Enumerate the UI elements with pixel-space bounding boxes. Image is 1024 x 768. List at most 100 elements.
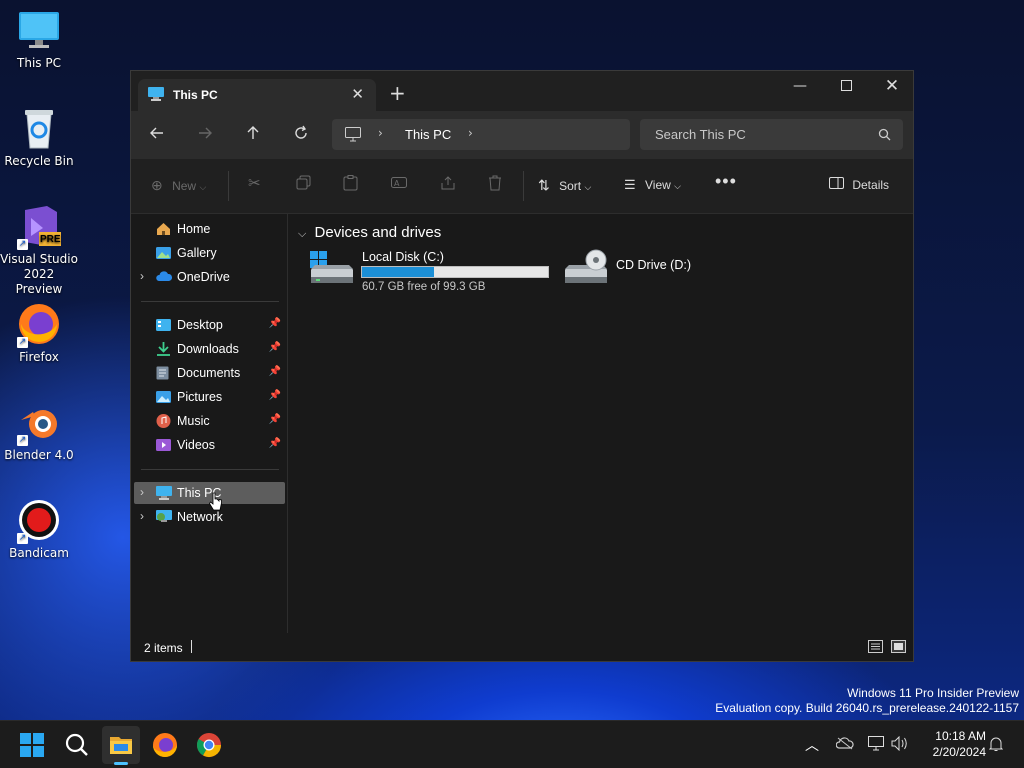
desktop-icon-label: Bandicam [9,546,69,560]
status-bar: 2 items [131,633,913,661]
pin-icon[interactable]: 📌 [269,438,281,449]
details-view-icon[interactable] [868,640,883,656]
sidebar-item-videos[interactable]: Videos 📌 [134,434,285,456]
cd-drive-icon [563,249,609,288]
address-bar[interactable]: › This PC › [332,119,630,150]
delete-button[interactable] [488,175,502,194]
clock[interactable]: 10:18 AM 2/20/2024 [920,728,986,760]
view-button[interactable]: ☰ View ⌵ [624,177,681,193]
drive-free-space: 60.7 GB free of 99.3 GB [362,281,486,293]
search-box[interactable]: Search This PC [640,119,903,150]
sidebar-item-this-pc[interactable]: › This PC [134,482,285,511]
add-circle-icon: ⊕ [151,177,163,193]
desktop-icon-label: This PC [17,56,61,70]
up-button[interactable] [241,125,265,145]
pin-icon[interactable]: 📌 [269,390,281,401]
tab-this-pc[interactable]: This PC ✕ [138,79,376,111]
chevron-right-icon[interactable]: › [468,126,473,140]
desktop-folder-icon [156,318,171,332]
search-button[interactable] [60,728,94,762]
network-icon [156,510,172,524]
minimize-button[interactable]: — [777,71,823,101]
group-header-devices[interactable]: ⌵ Devices and drives [298,224,441,241]
sidebar-item-label: Videos [177,438,215,452]
breadcrumb-this-pc[interactable]: This PC [405,127,451,142]
drive-item-local-disk[interactable]: Local Disk (C:) 60.7 GB free of 99.3 GB [309,249,551,293]
details-button[interactable]: Details [829,177,889,192]
sidebar-item-downloads[interactable]: Downloads 📌 [134,338,285,360]
sidebar-item-onedrive[interactable]: › OneDrive [134,266,285,288]
chevron-up-icon[interactable]: ︿ [805,735,819,755]
rename-button[interactable]: A [391,175,407,193]
sidebar-item-label: Network [177,510,223,524]
volume-icon[interactable] [891,735,909,754]
desktop-icon-blender[interactable]: ↗ Blender 4.0 [0,400,78,462]
new-tab-button[interactable]: + [389,81,406,105]
network-tray-icon[interactable] [868,736,884,754]
search-input[interactable]: Search This PC [655,127,746,142]
documents-icon [156,366,171,380]
taskbar: ︿ 10:18 AM 2/20/2024 [0,720,1024,768]
see-more-button[interactable]: ••• [715,171,737,192]
firefox-taskbar-button[interactable] [148,728,182,762]
file-explorer-taskbar-button[interactable] [102,726,140,765]
desktop-icon-bandicam[interactable]: ↗ Bandicam [0,498,78,560]
group-title: Devices and drives [314,224,442,241]
pin-icon[interactable]: 📌 [269,342,281,353]
close-window-button[interactable]: ✕ [869,71,915,101]
sidebar-item-documents[interactable]: Documents 📌 [134,362,285,384]
chevron-down-icon: ⌵ [674,181,681,191]
pin-icon[interactable]: 📌 [269,366,281,377]
new-button[interactable]: ⊕ New ⌵ [151,177,206,194]
tiles-view-icon[interactable] [891,640,906,656]
sidebar-item-desktop[interactable]: Desktop 📌 [134,314,285,336]
pin-icon[interactable]: 📌 [269,414,281,425]
sidebar-item-gallery[interactable]: Gallery [134,242,285,264]
drive-item-cd-drive[interactable]: CD Drive (D:) [563,249,713,293]
sidebar-item-pictures[interactable]: Pictures 📌 [134,386,285,408]
start-button[interactable] [15,728,49,762]
chevron-right-icon[interactable]: › [140,269,144,283]
shortcut-arrow-icon: ↗ [17,435,28,446]
refresh-button[interactable] [289,125,313,145]
onedrive-tray-icon[interactable] [835,736,854,753]
notification-bell-icon[interactable] [988,736,1004,755]
shortcut-arrow-icon: ↗ [17,337,28,348]
maximize-button[interactable] [823,71,869,101]
cut-button[interactable]: ✂ [248,174,261,192]
back-button[interactable] [145,125,169,145]
desktop-icon-recycle-bin[interactable]: Recycle Bin [0,106,78,168]
pin-icon[interactable]: 📌 [269,318,281,329]
chevron-right-icon: › [378,126,383,140]
desktop-icon-firefox[interactable]: ↗ Firefox [0,302,78,364]
gallery-icon [156,246,171,260]
drive-usage-bar [361,266,549,278]
this-pc-icon [156,486,172,500]
view-label: View [645,178,671,192]
desktop-icon-label: Recycle Bin [4,154,74,168]
paste-button[interactable] [343,175,358,194]
pictures-icon [156,390,171,404]
drive-name: Local Disk (C:) [362,250,444,264]
desktop-icon-label: Visual Studio 2022 Preview [0,252,78,296]
title-bar[interactable]: This PC ✕ + — ✕ [131,71,913,111]
sidebar-item-home[interactable]: Home [134,218,285,240]
tab-close-icon[interactable]: ✕ [351,85,364,103]
chevron-right-icon[interactable]: › [140,509,144,523]
desktop-icon-visual-studio[interactable]: PRE ↗ Visual Studio 2022 Preview [0,204,78,297]
details-pane-icon [829,177,847,192]
forward-button[interactable] [193,125,217,145]
desktop-icon-this-pc[interactable]: This PC [0,8,78,70]
chevron-right-icon[interactable]: › [140,485,144,499]
sidebar-divider [141,469,279,470]
chrome-taskbar-button[interactable] [192,728,226,762]
music-icon [156,414,171,428]
item-count: 2 items [144,641,183,655]
sidebar-item-label: OneDrive [177,270,230,284]
clock-date: 2/20/2024 [932,745,986,759]
share-button[interactable] [440,175,456,193]
sidebar-item-music[interactable]: Music 📌 [134,410,285,432]
copy-button[interactable] [296,175,311,193]
sidebar-item-network[interactable]: › Network [134,506,285,528]
sort-button[interactable]: ⇅ Sort ⌵ [538,177,591,194]
